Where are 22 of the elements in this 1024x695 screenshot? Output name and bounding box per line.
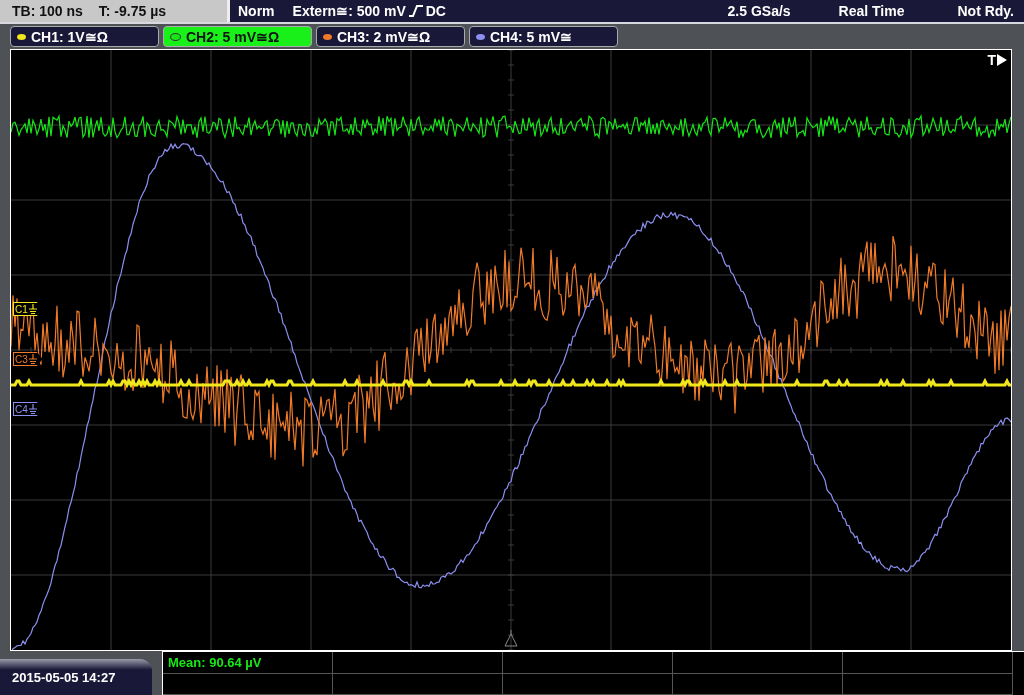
trigger-coupling-label: DC: [425, 3, 446, 19]
timebase-label: TB: 100 ns: [12, 3, 83, 19]
trigger-position-icon: [504, 629, 518, 647]
trigger-marker-label: T: [987, 52, 996, 68]
rising-edge-icon: [407, 4, 424, 18]
date-time-label: 2015-05-05 14:27: [0, 659, 152, 695]
measurement-value: Mean: 90.64 µV: [163, 652, 333, 674]
channel-tab[interactable]: CH4: 5 mV≅: [469, 26, 618, 47]
ground-icon: [28, 404, 37, 414]
channel-tab[interactable]: CH3: 2 mV≅Ω: [316, 26, 465, 47]
acquisition-mode-label: Real Time: [838, 3, 905, 19]
ground-icon: [28, 354, 37, 364]
sample-rate-label: 2.5 GSa/s: [727, 3, 791, 19]
right-triangle-icon: [997, 54, 1007, 66]
trigger-time-label: T: -9.75 µs: [98, 3, 167, 19]
channel-tab[interactable]: CH2: 5 mV≅Ω: [163, 26, 312, 47]
channel-marker[interactable]: C3: [13, 352, 43, 366]
trigger-mode-label: Norm: [238, 3, 275, 19]
status-label: Not Rdy.: [957, 3, 1014, 19]
ground-icon: [28, 304, 37, 314]
channel-tab[interactable]: CH1: 1V≅Ω: [10, 26, 159, 47]
trigger-source-label: Extern≅: 500 mV: [292, 3, 406, 19]
